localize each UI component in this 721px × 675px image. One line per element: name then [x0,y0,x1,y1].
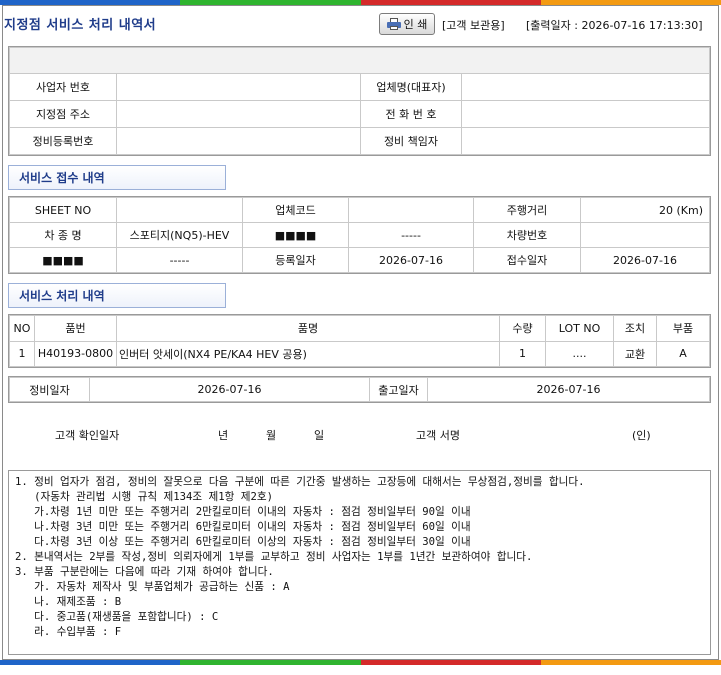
recv-date-value: 2026-07-16 [580,247,710,273]
row-qty: 1 [499,340,546,367]
repair-date-label: 정비일자 [9,377,90,402]
customer-date-label: 고객 확인일자 [55,429,120,442]
table-row: 1 H40193-0800 인버터 앗세이(NX4 PE/KA4 HEV 공용)… [9,340,710,367]
biz-no-label: 사업자 번호 [9,73,117,101]
reception-box: SHEET NO 업체코드 주행거리 20 (Km) 차 종 명 스포티지(NQ… [8,196,711,274]
phone-label: 전 화 번 호 [360,100,462,128]
month-label: 월 [266,429,277,442]
reg-no-value [116,127,361,155]
note-line: 2. 본내역서는 2부를 작성,정비 의뢰자에게 1부를 교부하고 정비 사업자… [15,551,533,563]
company-code-label: 업체코드 [242,197,349,223]
sheet-no-value [116,197,243,223]
col-header-lot-no: LOT NO [545,315,614,342]
mileage-value: 20 (Km) [580,197,710,223]
note-line: 다.차령 3년 이상 또는 주행거리 6만킬로미터 이상의 자동차 : 점검 정… [15,536,471,548]
note-line: 가. 자동차 제작사 및 부품업체가 공급하는 신품 : A [15,581,290,593]
dates-box: 정비일자 2026-07-16 출고일자 2026-07-16 [8,376,711,403]
company-value [461,73,710,101]
reg-no-label: 정비등록번호 [9,127,117,155]
address-label: 지정점 주소 [9,100,117,128]
company-label: 업체명(대표자) [360,73,462,101]
reg-date-label: 등록일자 [242,247,349,273]
mileage-label: 주행거리 [473,197,581,223]
col-header-part-name: 품명 [116,315,500,342]
note-line: 가.차령 1년 미만 또는 주행거리 2만킬로미터 이내의 자동차 : 점검 정… [15,506,471,518]
seal-label: (인) [632,429,651,442]
row-no: 1 [9,340,35,367]
note-line: 라. 수입부품 : F [15,626,122,638]
note-line: (자동차 관리법 시행 규칙 제134조 제1항 제2호) [15,491,273,503]
masked-label-2: ■■■■ [9,247,117,273]
row-part-type: A [656,340,710,367]
manager-value [461,127,710,155]
biz-no-value [116,73,361,101]
stripe-green [180,660,361,665]
processing-section-title: 서비스 처리 내역 [8,283,226,308]
page-title: 지정점 서비스 처리 내역서 [4,18,157,33]
row-part-no: H40193-0800 [34,340,117,367]
dealer-info-box: 사업자 번호 업체명(대표자) 지정점 주소 전 화 번 호 정비등록번호 정비… [8,46,711,156]
model-value: 스포티지(NQ5)-HEV [116,222,243,248]
reception-section-title: 서비스 접수 내역 [8,165,226,190]
release-date-value: 2026-07-16 [427,377,710,402]
repair-date-value: 2026-07-16 [89,377,370,402]
print-button-label: 인 쇄 [403,18,428,31]
stripe-red [360,660,541,665]
notes-box: 1. 정비 업자가 점검, 정비의 잘못으로 다음 구분에 따른 기간중 발생하… [8,470,711,655]
col-header-part-no: 품번 [34,315,117,342]
copy-type-label: [고객 보관용] [442,19,505,32]
reg-date-value: 2026-07-16 [348,247,474,273]
note-line: 1. 정비 업자가 점검, 정비의 잘못으로 다음 구분에 따른 기간중 발생하… [15,476,585,488]
processing-box: NO 품번 품명 수량 LOT NO 조치 부품 1 H40193-0800 인… [8,314,711,368]
sheet-no-label: SHEET NO [9,197,117,223]
printer-icon [386,18,401,30]
model-label: 차 종 명 [9,222,117,248]
col-header-action: 조치 [613,315,657,342]
masked-value-2: ----- [116,247,243,273]
print-date: [출력일자 : 2026-07-16 17:13:30] [526,19,703,32]
stripe-blue [0,660,181,665]
dealer-header-bar [9,47,710,74]
release-date-label: 출고일자 [369,377,428,402]
row-action: 교환 [613,340,657,367]
row-lot-no: .... [545,340,614,367]
manager-label: 정비 책임자 [360,127,462,155]
plate-label: 차량번호 [473,222,581,248]
year-label: 년 [218,429,229,442]
note-line: 나.차령 3년 미만 또는 주행거리 6만킬로미터 이내의 자동차 : 점검 정… [15,521,471,533]
masked-label-1: ■■■■ [242,222,349,248]
note-line: 다. 중고품(재생품을 포함합니다) : C [15,611,219,623]
note-line: 3. 부품 구분란에는 다음에 따라 기재 하여야 합니다. [15,566,274,578]
recv-date-label: 접수일자 [473,247,581,273]
company-code-value [348,197,474,223]
col-header-part-type: 부품 [656,315,710,342]
col-header-qty: 수량 [499,315,546,342]
masked-value-1: ----- [348,222,474,248]
day-label: 일 [314,429,325,442]
address-value [116,100,361,128]
signature-label: 고객 서명 [416,429,460,442]
phone-value [461,100,710,128]
note-line: 나. 재제조품 : B [15,596,122,608]
plate-value [580,222,710,248]
stripe-orange [540,660,721,665]
print-button[interactable]: 인 쇄 [379,13,435,35]
col-header-no: NO [9,315,35,342]
bottom-color-stripe [0,660,721,665]
row-part-name: 인버터 앗세이(NX4 PE/KA4 HEV 공용) [116,340,500,367]
